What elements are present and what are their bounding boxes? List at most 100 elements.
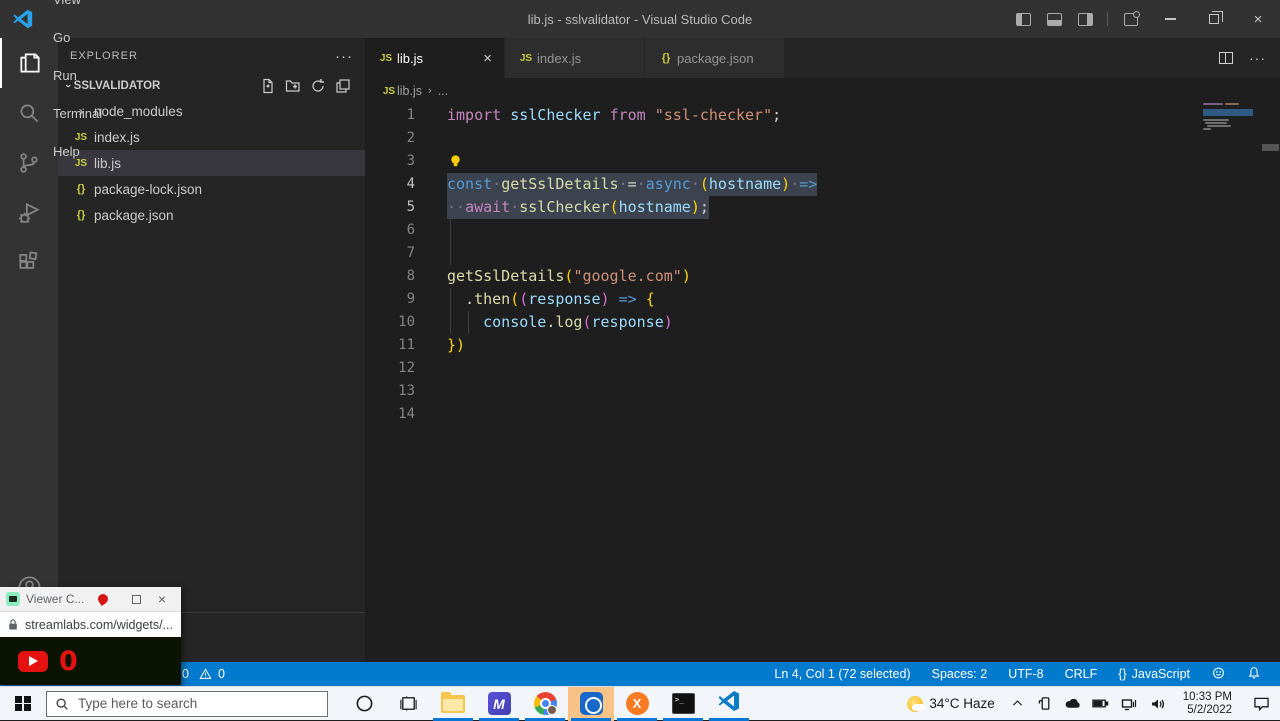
minimap-selection: [1203, 109, 1253, 116]
code-line-14[interactable]: 14: [365, 403, 1280, 426]
code-line-7[interactable]: 7: [365, 242, 1280, 265]
js-file-icon: JS: [517, 53, 535, 64]
code-line-1[interactable]: 1import sslChecker from "ssl-checker";: [365, 104, 1280, 127]
toggle-sidebar-icon[interactable]: [1016, 13, 1031, 26]
tray-chevron-icon[interactable]: [1003, 687, 1033, 721]
collapse-all-icon[interactable]: [335, 78, 351, 94]
file-package-lock.json[interactable]: {}package-lock.json: [58, 176, 365, 202]
eol-setting[interactable]: CRLF: [1058, 667, 1105, 681]
code-line-10[interactable]: 10 console.log(response): [365, 311, 1280, 334]
network-icon[interactable]: [1115, 687, 1143, 721]
widget-content: 0: [0, 637, 181, 685]
menu-run[interactable]: Run: [44, 57, 115, 95]
menu-view[interactable]: View: [44, 0, 115, 19]
js-file-icon: JS: [377, 53, 395, 64]
taskbar-clock[interactable]: 10:33 PM 5/2/2022: [1173, 691, 1242, 717]
action-center-icon[interactable]: [1242, 687, 1280, 721]
minimap[interactable]: [1203, 102, 1255, 172]
taskbar-app-command-prompt[interactable]: >_: [660, 687, 706, 721]
taskbar-search-input[interactable]: [78, 696, 298, 711]
indent-guide: [450, 311, 451, 334]
tab-index.js[interactable]: JSindex.js: [505, 38, 645, 78]
file-package.json[interactable]: {}package.json: [58, 202, 365, 228]
code-line-6[interactable]: 6: [365, 219, 1280, 242]
code-line-12[interactable]: 12: [365, 357, 1280, 380]
windows-taskbar: M X >_ 34°C Haze 10:33 PM 5/2/2022: [0, 686, 1280, 720]
toggle-panel-icon[interactable]: [1047, 13, 1062, 26]
viewer-count-window[interactable]: Viewer C... × streamlabs.com/widgets/...…: [0, 587, 181, 685]
new-folder-icon[interactable]: [285, 78, 301, 94]
line-number: 7: [365, 242, 415, 265]
split-editor-icon[interactable]: [1219, 52, 1233, 64]
code-line-3[interactable]: 3: [365, 150, 1280, 173]
code-line-8[interactable]: 8getSslDetails("google.com"): [365, 265, 1280, 288]
restore-button[interactable]: [1192, 0, 1236, 38]
feedback-icon[interactable]: [1204, 666, 1233, 683]
weather-icon: [907, 696, 923, 712]
customize-layout-icon[interactable]: [1124, 13, 1138, 26]
explorer-more-actions-icon[interactable]: ···: [335, 48, 353, 65]
widget-address-bar[interactable]: streamlabs.com/widgets/...: [0, 612, 181, 637]
widget-maximize-button[interactable]: [123, 595, 149, 604]
code-line-11[interactable]: 11}): [365, 334, 1280, 357]
line-number: 11: [365, 334, 415, 357]
toggle-secondary-sidebar-icon[interactable]: [1078, 13, 1093, 26]
code-editor[interactable]: 1import sslChecker from "ssl-checker";23…: [365, 104, 1280, 662]
volume-icon[interactable]: [1143, 687, 1173, 721]
taskbar-search[interactable]: [46, 691, 328, 717]
encoding-setting[interactable]: UTF-8: [1001, 667, 1050, 681]
json-file-icon: {}: [72, 209, 90, 221]
taskbar-app-streamlabs[interactable]: [568, 687, 614, 721]
task-view-icon[interactable]: [386, 687, 430, 721]
pin-icon[interactable]: [97, 592, 111, 606]
new-file-icon[interactable]: [260, 78, 276, 94]
search-glass-icon: [55, 697, 69, 711]
notifications-bell-icon[interactable]: [1240, 666, 1268, 683]
file-label: package-lock.json: [94, 182, 202, 197]
widget-close-button[interactable]: ×: [149, 591, 175, 607]
tab-package.json[interactable]: {}package.json: [645, 38, 785, 78]
indentation-setting[interactable]: Spaces: 2: [925, 667, 995, 681]
taskbar-app-file-explorer[interactable]: [430, 687, 476, 721]
line-number: 14: [365, 403, 415, 426]
breadcrumb-file[interactable]: lib.js: [397, 84, 422, 98]
menu-terminal[interactable]: Terminal: [44, 95, 115, 133]
taskbar-app-vscode[interactable]: [706, 687, 752, 721]
scrollbar-thumb[interactable]: [1262, 144, 1279, 151]
language-mode[interactable]: {} JavaScript: [1111, 667, 1197, 681]
close-button[interactable]: ×: [1236, 0, 1280, 38]
cursor-position[interactable]: Ln 4, Col 1 (72 selected): [767, 667, 917, 681]
tab-lib.js[interactable]: JSlib.js×: [365, 38, 505, 78]
weather-widget[interactable]: 34°C Haze: [899, 696, 1002, 712]
your-phone-icon[interactable]: [1033, 687, 1059, 721]
taskbar-app-xampp[interactable]: X: [614, 687, 660, 721]
editor-area[interactable]: JSlib.js×JSindex.js{}package.json ··· JS…: [365, 38, 1280, 662]
clock-date: 5/2/2022: [1183, 704, 1232, 717]
taskbar-app-chrome[interactable]: [522, 687, 568, 721]
onedrive-icon[interactable]: [1059, 687, 1087, 721]
status-bar: 0 0 Ln 4, Col 1 (72 selected) Spaces: 2 …: [0, 662, 1280, 686]
breadcrumb-ellipsis[interactable]: ...: [438, 84, 448, 98]
refresh-icon[interactable]: [310, 78, 326, 94]
code-line-5[interactable]: 5··await·sslChecker(hostname);: [365, 196, 1280, 219]
cortana-icon[interactable]: [342, 687, 386, 721]
code-line-2[interactable]: 2: [365, 127, 1280, 150]
code-line-4[interactable]: 4const·getSslDetails·=·async·(hostname)·…: [365, 173, 1280, 196]
menu-go[interactable]: Go: [44, 19, 115, 57]
editor-more-actions-icon[interactable]: ···: [1249, 50, 1266, 66]
menu-help[interactable]: Help: [44, 133, 115, 171]
code-line-9[interactable]: 9 .then((response) => {: [365, 288, 1280, 311]
system-tray: 34°C Haze 10:33 PM 5/2/2022: [899, 687, 1280, 721]
breadcrumb[interactable]: JS lib.js › ...: [365, 78, 1280, 104]
widget-title-bar[interactable]: Viewer C... ×: [0, 587, 181, 612]
xampp-icon: X: [626, 692, 649, 715]
taskbar-app-media-app[interactable]: M: [476, 687, 522, 721]
run-debug-icon[interactable]: [0, 188, 58, 238]
minimize-button[interactable]: [1148, 0, 1192, 38]
divider: [1107, 12, 1108, 26]
code-line-13[interactable]: 13: [365, 380, 1280, 403]
start-button[interactable]: [0, 687, 46, 721]
close-tab-icon[interactable]: ×: [467, 50, 492, 67]
extensions-icon[interactable]: [0, 238, 58, 288]
battery-icon[interactable]: [1087, 687, 1115, 721]
